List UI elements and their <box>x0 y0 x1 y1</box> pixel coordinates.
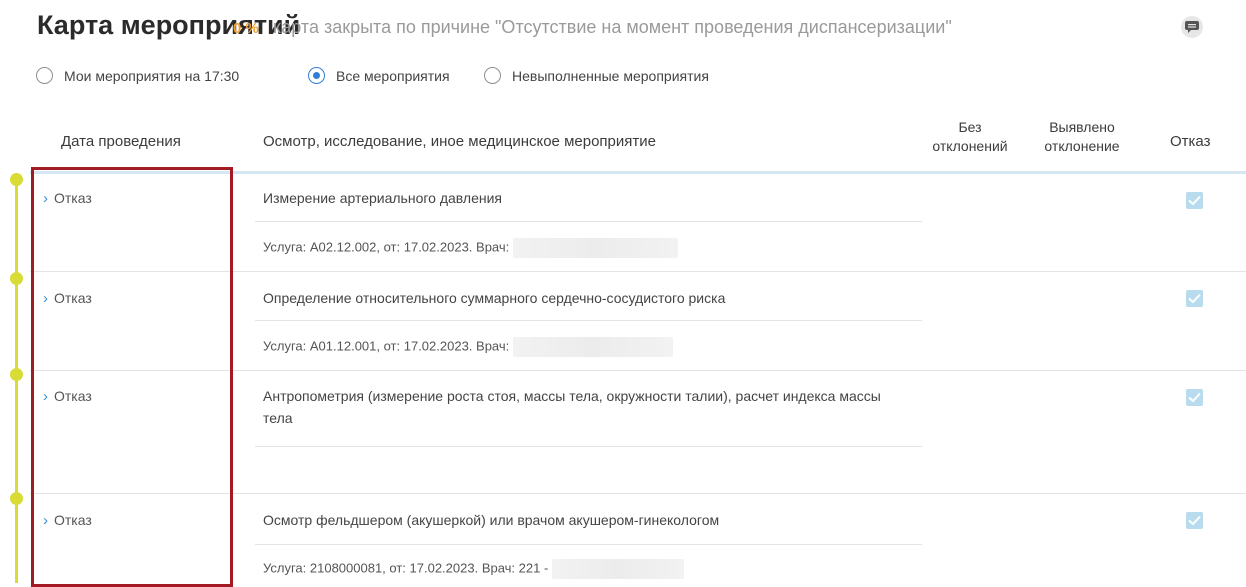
refusal-checkbox[interactable] <box>1186 389 1203 406</box>
radio-circle[interactable] <box>308 67 325 84</box>
row-service-label: Услуга: 2108000081, от: 17.02.2023. Врач… <box>263 560 549 576</box>
column-header-deviation: Выявлено отклонение <box>1034 118 1130 156</box>
radio-circle[interactable] <box>484 67 501 84</box>
timeline-dot <box>10 492 23 505</box>
row-inner-divider <box>255 320 922 321</box>
radio-circle[interactable] <box>36 67 53 84</box>
redacted-doctor-name <box>513 337 674 357</box>
page-header: Карта мероприятий 0 % карта закрыта по п… <box>37 10 1237 50</box>
row-inner-divider <box>255 544 922 545</box>
redacted-doctor-name <box>513 238 679 258</box>
column-header-deviation-line2: отклонение <box>1044 138 1120 154</box>
timeline-dot <box>10 272 23 285</box>
row-service-info: Услуга: 2108000081, от: 17.02.2023. Врач… <box>263 559 685 579</box>
row-event-name: Осмотр фельдшером (акушеркой) или врачом… <box>263 512 720 528</box>
row-event-name: Антропометрия (измерение роста стоя, мас… <box>263 388 881 426</box>
comment-icon[interactable] <box>1181 16 1203 38</box>
closed-reason-text: карта закрыта по причине "Отсутствие на … <box>273 17 952 37</box>
redacted-doctor-name <box>552 559 685 579</box>
row-event-name: Определение относительного суммарного се… <box>263 290 726 306</box>
page-title: Карта мероприятий <box>37 10 301 40</box>
row-service-label: Услуга: A01.12.001, от: 17.02.2023. Врач… <box>263 338 510 354</box>
row-inner-divider <box>255 446 922 447</box>
row-event-name: Измерение артериального давления <box>263 190 503 206</box>
refusal-checkbox[interactable] <box>1186 512 1203 529</box>
column-header-deviation-line1: Выявлено <box>1049 119 1115 135</box>
column-header-event: Осмотр, исследование, иное медицинское м… <box>263 133 656 150</box>
row-service-info: Услуга: A02.12.002, от: 17.02.2023. Врач… <box>263 238 679 258</box>
refusal-checkbox[interactable] <box>1186 290 1203 307</box>
refusal-checkbox[interactable] <box>1186 192 1203 209</box>
column-header-no-deviation: Без отклонений <box>930 118 1010 156</box>
timeline-dot <box>10 368 23 381</box>
row-service-label: Услуга: A02.12.002, от: 17.02.2023. Врач… <box>263 239 510 255</box>
row-inner-divider <box>255 221 922 222</box>
timeline-dot <box>10 173 23 186</box>
row-service-info: Услуга: A01.12.001, от: 17.02.2023. Врач… <box>263 337 674 357</box>
column-header-no-deviation-line2: отклонений <box>932 138 1008 154</box>
column-header-no-deviation-line1: Без <box>958 119 982 135</box>
column-header-refusal: Отказ <box>1170 133 1211 150</box>
column-header-date: Дата проведения <box>61 133 181 150</box>
radio-label: Мои мероприятия на 17:30 <box>64 68 240 84</box>
date-column-highlight <box>31 167 233 587</box>
radio-label: Невыполненные мероприятия <box>512 68 709 84</box>
radio-label: Все мероприятия <box>336 68 450 84</box>
completion-percent: 0 % <box>233 20 259 37</box>
